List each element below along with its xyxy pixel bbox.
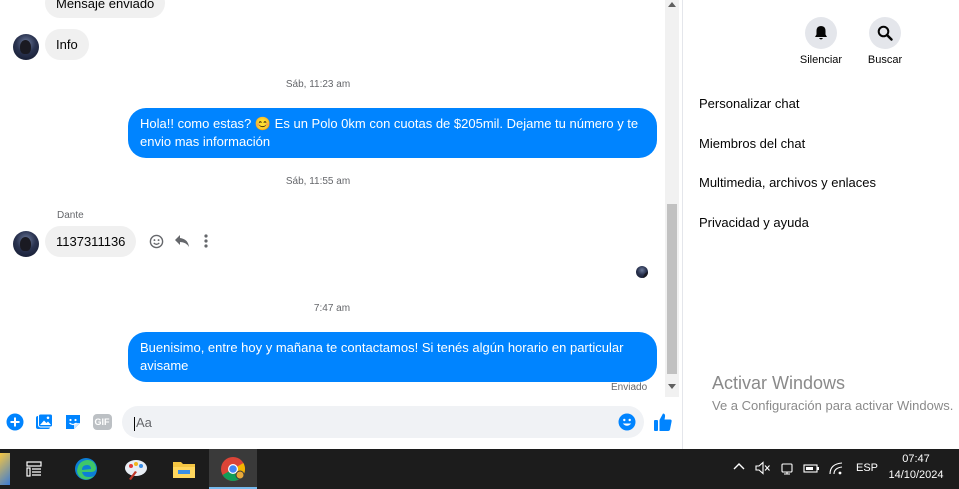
- scrollbar[interactable]: [665, 0, 679, 397]
- gif-icon[interactable]: GIF: [91, 412, 113, 432]
- react-icon[interactable]: [146, 232, 166, 250]
- tray-chevron-icon[interactable]: [733, 461, 745, 474]
- mute-button[interactable]: [805, 17, 837, 49]
- taskbar-active-app[interactable]: [209, 449, 257, 489]
- message-status: Enviado: [611, 382, 648, 393]
- message-text: Mensaje enviado: [56, 0, 155, 11]
- menu-item-members[interactable]: Miembros del chat: [699, 136, 805, 151]
- scroll-down-icon[interactable]: [668, 384, 676, 389]
- message-text: Hola!! como estas? 😊 Es un Polo 0km con …: [140, 116, 639, 149]
- taskbar: ESP 07:47 14/10/2024: [0, 449, 959, 489]
- start-icon[interactable]: [0, 453, 10, 485]
- avatar[interactable]: [13, 34, 39, 60]
- clock[interactable]: 07:47 14/10/2024: [886, 453, 946, 481]
- more-icon[interactable]: [198, 232, 214, 250]
- gif-label: GIF: [92, 414, 112, 430]
- menu-item-personalize[interactable]: Personalizar chat: [699, 96, 799, 111]
- message-text: Buenisimo, entre hoy y mañana te contact…: [140, 340, 624, 373]
- read-receipt-avatar: [636, 266, 648, 278]
- menu-item-media[interactable]: Multimedia, archivos y enlaces: [699, 175, 876, 190]
- search-icon: [877, 25, 893, 41]
- chrome-icon: [217, 453, 249, 485]
- activation-watermark-title: Activar Windows: [712, 373, 846, 393]
- message-text: 1137311136: [56, 234, 126, 249]
- paint-icon[interactable]: [120, 453, 152, 485]
- timestamp: 7:47 am: [313, 303, 351, 314]
- chat-details-panel: Silenciar Buscar Personalizar chat Miemb…: [682, 0, 959, 449]
- chat-panel: Mensaje enviado Info Sáb, 11:23 am Hola!…: [0, 0, 682, 449]
- language-indicator[interactable]: ESP: [856, 462, 878, 474]
- search-button[interactable]: [869, 17, 901, 49]
- message-bubble-incoming[interactable]: Mensaje enviado: [45, 0, 166, 18]
- image-icon[interactable]: [34, 412, 54, 432]
- reply-icon[interactable]: [172, 232, 192, 250]
- edge-icon[interactable]: [70, 453, 102, 485]
- sticker-icon[interactable]: [63, 412, 83, 432]
- wifi-icon[interactable]: [829, 461, 845, 478]
- task-view-icon[interactable]: [18, 453, 50, 485]
- timestamp: Sáb, 11:55 am: [285, 176, 351, 187]
- avatar[interactable]: [13, 231, 39, 257]
- network-icon[interactable]: [780, 461, 794, 478]
- scroll-up-icon[interactable]: [668, 2, 676, 7]
- scroll-thumb[interactable]: [667, 204, 677, 374]
- file-explorer-icon[interactable]: [168, 453, 200, 485]
- clock-time: 07:47: [902, 453, 930, 465]
- clock-date: 14/10/2024: [888, 469, 944, 481]
- message-input-placeholder: Aa: [136, 415, 152, 430]
- message-bubble-outgoing[interactable]: Buenisimo, entre hoy y mañana te contact…: [128, 332, 657, 382]
- message-input[interactable]: Aa: [122, 406, 644, 438]
- mute-label: Silenciar: [799, 54, 843, 66]
- battery-icon[interactable]: [803, 461, 821, 478]
- message-text: Info: [56, 37, 78, 52]
- activation-watermark-subtitle: Ve a Configuración para activar Windows.: [712, 398, 954, 413]
- message-bubble-outgoing[interactable]: Hola!! como estas? 😊 Es un Polo 0km con …: [128, 108, 657, 158]
- emoji-icon[interactable]: [617, 412, 637, 432]
- plus-circle-icon[interactable]: [5, 412, 25, 432]
- menu-item-privacy[interactable]: Privacidad y ayuda: [699, 215, 809, 230]
- message-bubble-incoming[interactable]: 1137311136: [45, 226, 137, 257]
- bell-icon: [815, 26, 827, 40]
- speaker-muted-icon[interactable]: [755, 461, 771, 478]
- message-bubble-incoming[interactable]: Info: [45, 29, 89, 60]
- like-icon[interactable]: [652, 411, 674, 433]
- timestamp: Sáb, 11:23 am: [285, 79, 351, 90]
- search-label: Buscar: [867, 54, 903, 66]
- sender-name: Dante: [57, 210, 84, 221]
